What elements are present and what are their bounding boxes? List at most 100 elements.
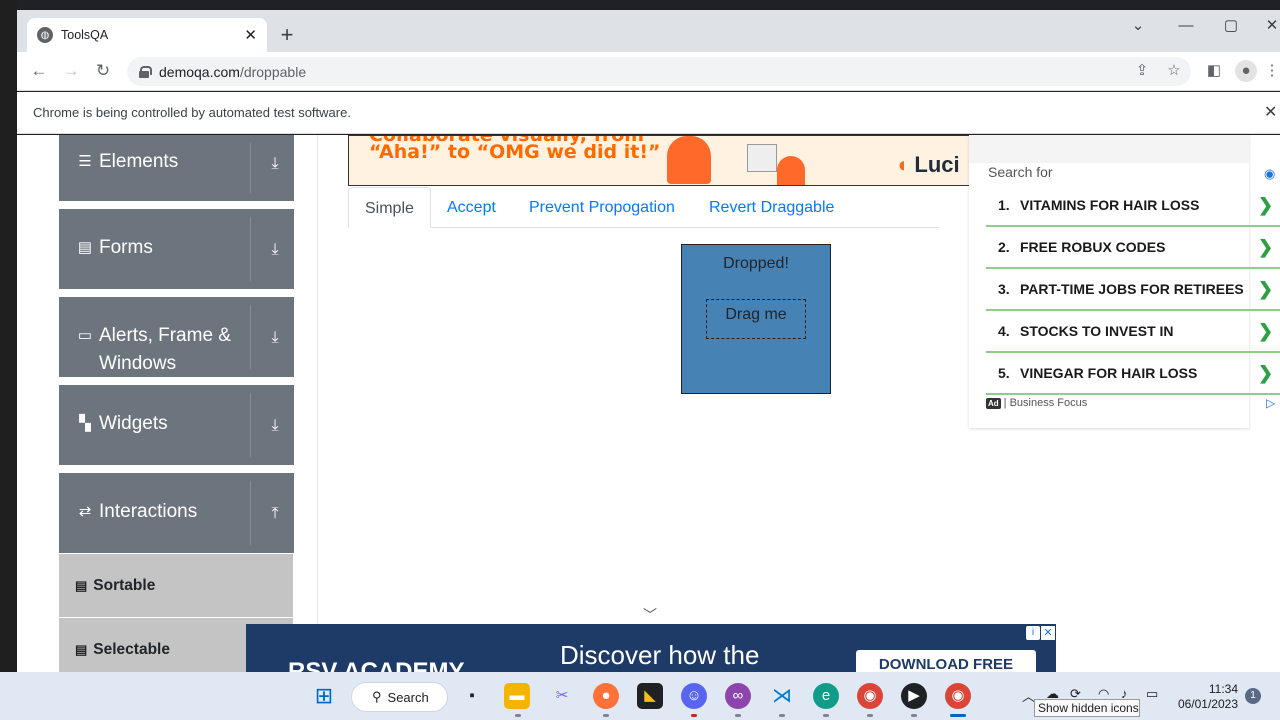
eye-icon[interactable]: ◉ [1264,166,1275,182]
close-ad-icon[interactable]: ✕ [1041,626,1055,640]
running-indicator [735,714,741,717]
media-player-icon[interactable]: ▶ [901,683,927,709]
group-label: Alerts, Frame & [99,325,231,346]
app-mask-icon[interactable]: ∞ [725,683,751,709]
info-icon[interactable]: i [1026,626,1040,640]
sidebar-group-alerts[interactable]: ▭ Alerts, Frame & Windows ⤓ [59,297,294,377]
ad-whiteboard [747,144,777,172]
address-bar[interactable]: demoqa.com/droppable [127,57,1191,86]
running-indicator [603,714,609,717]
browser-tab[interactable]: ◍ ToolsQA ✕ [27,18,267,52]
ad-search-for-label: Search for [988,164,1053,180]
sidebar-item-sortable[interactable]: ▤ Sortable [59,554,293,617]
tab-simple[interactable]: Simple [348,187,431,228]
chevron-right-icon: ❯ [1258,236,1274,257]
download-arrow-icon: ⤓ [271,417,279,434]
bottom-banner-ad[interactable]: RSV ACADEMY Discover how the DOWNLOAD FR… [246,624,1056,672]
sidebar-divider [317,135,318,672]
chevron-right-icon: ❯ [1258,278,1274,299]
ad-download-button[interactable]: DOWNLOAD FREE [856,650,1036,672]
kebab-menu-icon[interactable]: ⋮ [1264,60,1280,82]
minimize-icon[interactable]: — [1172,14,1200,38]
tab-search-icon[interactable]: ⌄ [1124,14,1152,38]
interactions-icon: ⇄ [78,503,92,520]
top-banner-ad[interactable]: Collaborate visually, from “Aha!” to “OM… [348,135,974,186]
window-icon: ▭ [77,327,93,344]
bookmark-star-icon[interactable]: ☆ [1163,60,1185,82]
tab-title: ToolsQA [61,28,109,42]
url-host: demoqa.com [159,63,240,80]
ad-figure [777,156,805,185]
taskbar-clock[interactable]: 11:34 06/01/2023 [1176,682,1238,712]
adchoices-icon[interactable]: ▷ [1266,396,1275,410]
reload-icon[interactable]: ↻ [91,58,115,84]
chrome-icon[interactable]: ◉ [857,683,883,709]
profile-avatar-icon[interactable]: ● [1235,60,1257,82]
infobar-close-icon[interactable]: ✕ [1264,102,1280,122]
ad-line-2: “Aha!” to “OMG we did it!” [369,141,661,163]
tooltip: Show hidden icons [1034,699,1140,717]
form-icon: ▤ [77,239,93,256]
close-window-icon[interactable]: ✕ [1264,14,1280,38]
ad-link-item[interactable]: 1. VITAMINS FOR HAIR LOSS ❯ [986,185,1280,227]
item-icon: ▤ [75,577,88,593]
group-label: Interactions [99,501,198,522]
ad-link-item[interactable]: 2. FREE ROBUX CODES ❯ [986,227,1280,269]
sidebar-group-elements[interactable]: ☰ Elements ⤓ [59,135,294,201]
group-label: Forms [99,237,153,258]
ad-link-item[interactable]: 5. VINEGAR FOR HAIR LOSS ❯ [986,353,1280,395]
snipping-tool-icon[interactable]: ✂ [549,683,575,709]
file-explorer-icon[interactable]: ▬ [504,683,530,709]
ad-headline: Discover how the [560,640,760,670]
back-icon[interactable]: ← [27,58,51,84]
ad-link-item[interactable]: 4. STOCKS TO INVEST IN ❯ [986,311,1280,353]
notification-badge[interactable]: 1 [1245,688,1261,704]
side-panel-icon[interactable]: ◧ [1203,60,1225,82]
hamburger-icon: ☰ [78,153,92,170]
tab-accept[interactable]: Accept [431,187,512,228]
ad-link-item[interactable]: 3. PART-TIME JOBS FOR RETIREES ❯ [986,269,1280,311]
ad-brand: ◖ Luci [895,152,960,177]
sticky-notes-icon[interactable]: ◣ [637,683,663,709]
automation-infobar: Chrome is being controlled by automated … [17,92,1280,134]
draggable-box[interactable]: Drag me [706,299,806,339]
tab-revert-draggable[interactable]: Revert Draggable [693,187,850,228]
group-label: Elements [99,151,179,172]
new-tab-button[interactable]: + [276,22,298,48]
time: 11:34 [1208,682,1238,696]
running-indicator [867,714,873,717]
upload-arrow-icon: ⤒ [271,505,279,522]
taskbar-search[interactable]: ⚲ Search [351,682,448,712]
running-indicator [823,714,829,717]
lock-icon [139,65,152,78]
group-label-line2: Windows [99,353,177,374]
tab-prevent-propogation[interactable]: Prevent Propogation [513,187,691,228]
firefox-icon[interactable]: ● [593,683,619,709]
widgets-icon: ▚ [79,415,91,432]
download-arrow-icon: ⤓ [271,155,279,172]
forward-icon[interactable]: → [59,58,83,84]
chevron-right-icon: ❯ [1258,320,1274,341]
close-tab-icon[interactable]: ✕ [244,26,257,44]
ad-footer: Ad | Business Focus [986,397,1088,409]
ad-header-strip [969,135,1249,163]
background-window-edge [0,0,17,672]
chrome-active-icon[interactable]: ◉ [945,683,971,709]
group-label: Widgets [99,413,168,434]
vscode-icon[interactable]: ⋊ [769,683,795,709]
share-icon[interactable]: ⇪ [1131,60,1153,82]
sidebar-group-interactions[interactable]: ⇄ Interactions ⤒ [59,473,294,553]
task-view-icon[interactable]: ▪ [459,683,485,709]
sidebar-group-widgets[interactable]: ▚ Widgets ⤓ [59,385,294,465]
maximize-icon[interactable]: ▢ [1217,14,1245,38]
download-arrow-icon: ⤓ [271,329,279,346]
url-path: /droppable [239,63,307,80]
date: 06/01/2023 [1177,697,1238,711]
sidebar-group-forms[interactable]: ▤ Forms ⤓ [59,209,294,289]
windows-start-icon[interactable]: ⊞ [311,683,337,709]
discord-icon[interactable]: ☺ [681,683,707,709]
search-icon: ⚲ [372,689,382,704]
battery-icon[interactable]: ▭ [1146,686,1158,702]
edge-icon[interactable]: e [813,683,839,709]
running-indicator [779,714,785,717]
